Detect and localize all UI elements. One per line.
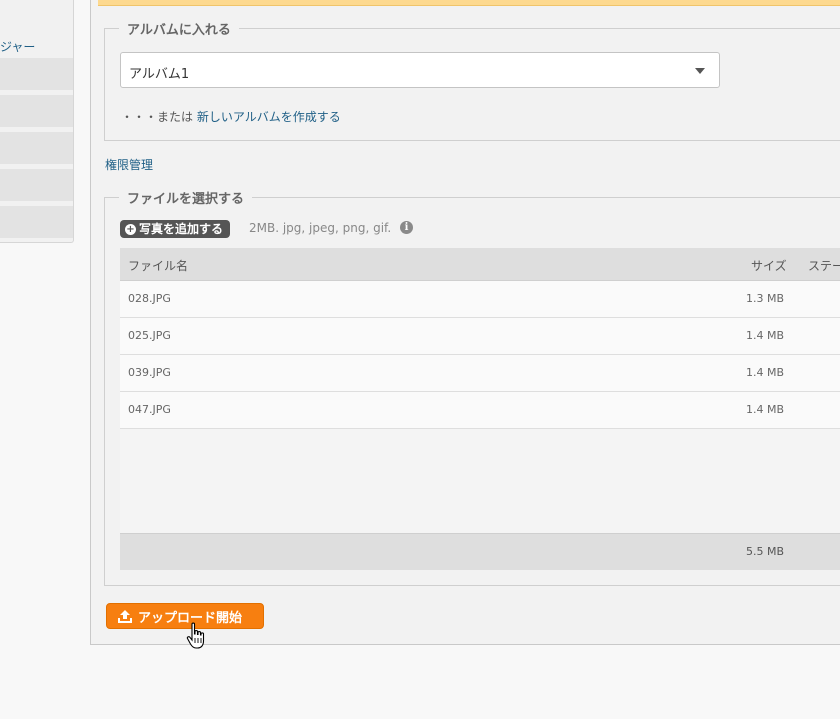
sidebar-item[interactable]	[0, 132, 73, 164]
file-name: 028.JPG	[128, 292, 171, 305]
file-name: 047.JPG	[128, 403, 171, 416]
start-upload-button[interactable]: アップロード開始	[106, 603, 264, 629]
add-photo-label: 写真を追加する	[139, 222, 224, 236]
add-photo-button[interactable]: + 写真を追加する	[120, 220, 231, 238]
table-row[interactable]: 047.JPG 1.4 MB	[120, 392, 840, 429]
create-album-link[interactable]: 新しいアルバムを作成する	[197, 110, 341, 124]
album-legend: アルバムに入れる	[127, 23, 231, 38]
column-name: ファイル名	[128, 259, 189, 273]
hand-cursor-icon	[186, 622, 205, 649]
album-select-value: アルバム1	[129, 67, 190, 82]
sidebar-item[interactable]	[0, 206, 73, 238]
sidebar-item[interactable]	[0, 169, 73, 201]
caret-down-icon	[695, 68, 705, 74]
file-legend: ファイルを選択する	[127, 192, 245, 207]
file-table: ファイル名 サイズ ステー 028.JPG 1.3 MB 025.JPG 1.4…	[120, 248, 840, 570]
sidebar: ジャー	[0, 0, 74, 243]
file-hint: 2MB. jpg, jpeg, png, gif.	[249, 221, 392, 235]
file-size: 1.3 MB	[745, 292, 784, 305]
upload-panel: アルバムに入れる アルバム1 ・・・または 新しいアルバムを作成する 権限管理 …	[90, 0, 840, 645]
or-text: ・・・または	[121, 110, 194, 124]
sidebar-link[interactable]: ジャー	[0, 38, 35, 55]
column-status: ステー	[808, 259, 840, 273]
upload-icon	[118, 609, 132, 623]
table-footer: 5.5 MB	[120, 533, 840, 570]
file-size: 1.4 MB	[745, 329, 784, 342]
sidebar-item[interactable]	[0, 58, 73, 90]
notice-bar	[98, 0, 840, 6]
table-row[interactable]: 039.JPG 1.4 MB	[120, 355, 840, 392]
plus-circle-icon: +	[125, 223, 136, 235]
table-row[interactable]: 028.JPG 1.3 MB	[120, 281, 840, 318]
create-album-line: ・・・または 新しいアルバムを作成する	[121, 108, 341, 125]
table-row[interactable]: 025.JPG 1.4 MB	[120, 318, 840, 355]
file-size: 1.4 MB	[745, 366, 784, 379]
file-name: 039.JPG	[128, 366, 171, 379]
column-size: サイズ	[751, 259, 787, 273]
info-icon[interactable]: i	[400, 221, 413, 234]
album-select[interactable]: アルバム1	[120, 52, 720, 88]
table-header: ファイル名 サイズ ステー	[120, 248, 840, 281]
sidebar-item[interactable]	[0, 95, 73, 127]
permissions-link[interactable]: 権限管理	[105, 156, 153, 173]
file-name: 025.JPG	[128, 329, 171, 342]
file-size: 1.4 MB	[745, 403, 784, 416]
total-size: 5.5 MB	[745, 545, 784, 558]
